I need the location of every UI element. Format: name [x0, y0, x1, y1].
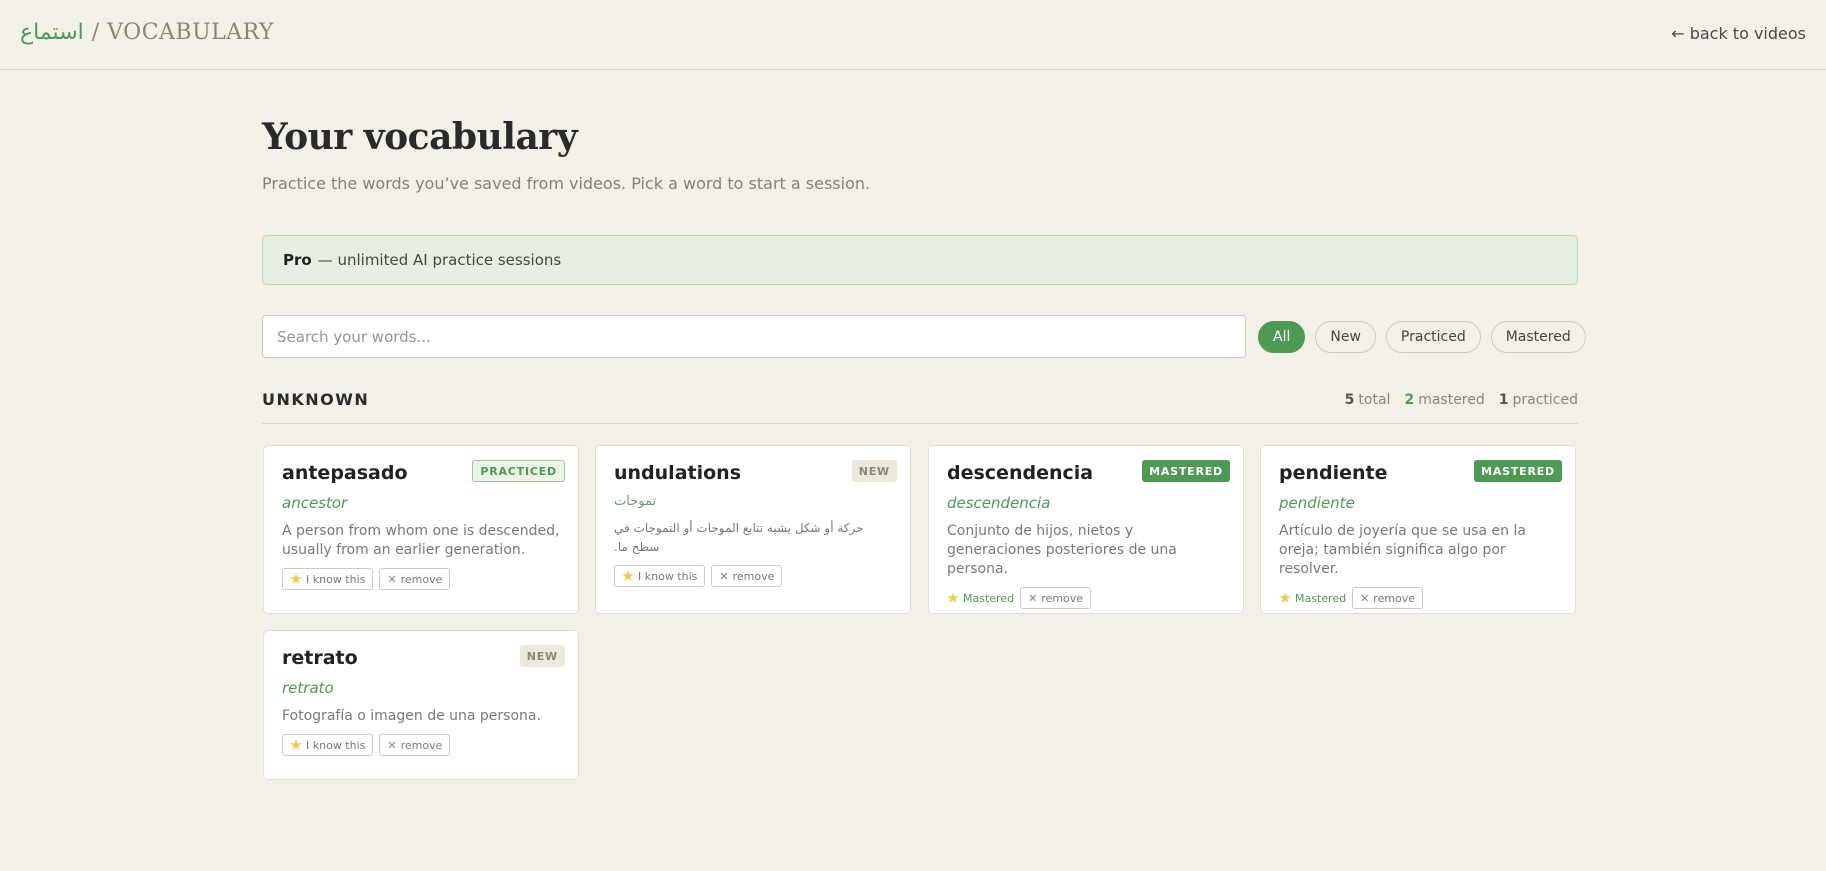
word-definition: Conjunto de hijos, nietos y generaciones…	[947, 523, 1177, 577]
know-this-button[interactable]: I know this	[282, 734, 374, 756]
know-this-button[interactable]: I know this	[614, 565, 706, 587]
close-icon: ✕	[719, 569, 729, 583]
status-badge: MASTERED	[1474, 460, 1562, 482]
status-badge: NEW	[519, 645, 565, 667]
word-card[interactable]: undulations NEW تموجات حركة أو شكل يشبه …	[595, 445, 911, 614]
page-title: Your vocabulary	[262, 116, 578, 158]
filter-group: All New Practiced Mastered	[1258, 321, 1586, 353]
word-translation: تموجات	[614, 494, 657, 509]
star-icon	[947, 592, 959, 603]
status-badge: PRACTICED	[472, 460, 565, 482]
word-definition: Artículo de joyería que se usa en la ore…	[1279, 523, 1526, 577]
stat-mastered: 2 mastered	[1404, 392, 1485, 408]
word-title: undulations	[614, 462, 741, 484]
filter-all[interactable]: All	[1258, 321, 1306, 353]
star-icon	[290, 573, 302, 584]
star-icon	[290, 739, 302, 750]
remove-button[interactable]: ✕ remove	[1352, 587, 1424, 609]
remove-button[interactable]: ✕ remove	[379, 568, 451, 590]
brand-logo[interactable]: استماع	[20, 20, 84, 45]
filter-practiced[interactable]: Practiced	[1385, 321, 1481, 353]
status-badge: NEW	[851, 460, 897, 482]
card-actions: I know this ✕ remove	[282, 568, 560, 590]
breadcrumb-current: VOCABULARY	[107, 20, 275, 45]
word-card[interactable]: retrato NEW retrato Fotografía o imagen …	[263, 630, 579, 780]
word-card[interactable]: pendiente MASTERED pendiente Artículo de…	[1260, 445, 1576, 614]
word-translation: retrato	[282, 679, 334, 697]
remove-button[interactable]: ✕ remove	[379, 734, 451, 756]
word-definition: A person from whom one is descended, usu…	[282, 523, 560, 558]
word-card[interactable]: antepasado PRACTICED ancestor A person f…	[263, 445, 579, 614]
word-definition: Fotografía o imagen de una persona.	[282, 708, 541, 724]
section-header: UNKNOWN 5 total 2 mastered 1 practiced	[262, 390, 1578, 424]
filter-new[interactable]: New	[1315, 321, 1376, 353]
word-definition: حركة أو شكل يشبه تتابع الموجات أو التموج…	[614, 521, 864, 554]
card-actions: I know this ✕ remove	[614, 565, 892, 587]
pro-label: Pro	[283, 251, 312, 269]
breadcrumb: استماع / VOCABULARY	[20, 20, 274, 45]
word-title: retrato	[282, 647, 358, 669]
word-stats: 5 total 2 mastered 1 practiced	[1345, 392, 1578, 408]
close-icon: ✕	[1028, 591, 1038, 605]
word-translation: ancestor	[282, 494, 348, 512]
close-icon: ✕	[387, 572, 397, 586]
stat-total: 5 total	[1344, 392, 1391, 408]
stat-practiced: 1 practiced	[1498, 392, 1578, 408]
card-actions: I know this ✕ remove	[282, 734, 560, 756]
word-translation: pendiente	[1279, 494, 1355, 512]
section-title: UNKNOWN	[262, 390, 370, 409]
star-icon	[622, 570, 634, 581]
close-icon: ✕	[1360, 591, 1370, 605]
top-bar: استماع / VOCABULARY ← back to videos	[0, 0, 1826, 70]
word-translation: descendencia	[947, 494, 1051, 512]
pro-description: — unlimited AI practice sessions	[317, 251, 562, 269]
status-badge: MASTERED	[1142, 460, 1230, 482]
remove-button[interactable]: ✕ remove	[1020, 587, 1092, 609]
card-actions: Mastered ✕ remove	[1279, 587, 1557, 609]
remove-button[interactable]: ✕ remove	[711, 565, 783, 587]
mastered-indicator: Mastered	[947, 592, 1014, 605]
mastered-indicator: Mastered	[1279, 592, 1346, 605]
pro-banner: Pro — unlimited AI practice sessions	[262, 235, 1578, 285]
card-actions: Mastered ✕ remove	[947, 587, 1225, 609]
breadcrumb-separator: /	[91, 20, 100, 45]
page-subtitle: Practice the words you’ve saved from vid…	[262, 174, 871, 193]
star-icon	[1279, 592, 1291, 603]
search-input[interactable]	[262, 315, 1246, 358]
word-card[interactable]: descendencia MASTERED descendencia Conju…	[928, 445, 1244, 614]
filter-mastered[interactable]: Mastered	[1490, 321, 1586, 353]
know-this-button[interactable]: I know this	[282, 568, 374, 590]
close-icon: ✕	[387, 738, 397, 752]
back-to-videos-link[interactable]: ← back to videos	[1671, 24, 1806, 43]
